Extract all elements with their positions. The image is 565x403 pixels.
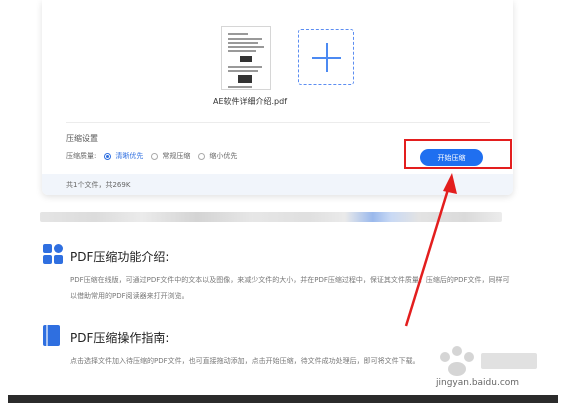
watermark-text: jingyan.baidu.com [436, 378, 520, 388]
bottom-bar [8, 395, 558, 403]
